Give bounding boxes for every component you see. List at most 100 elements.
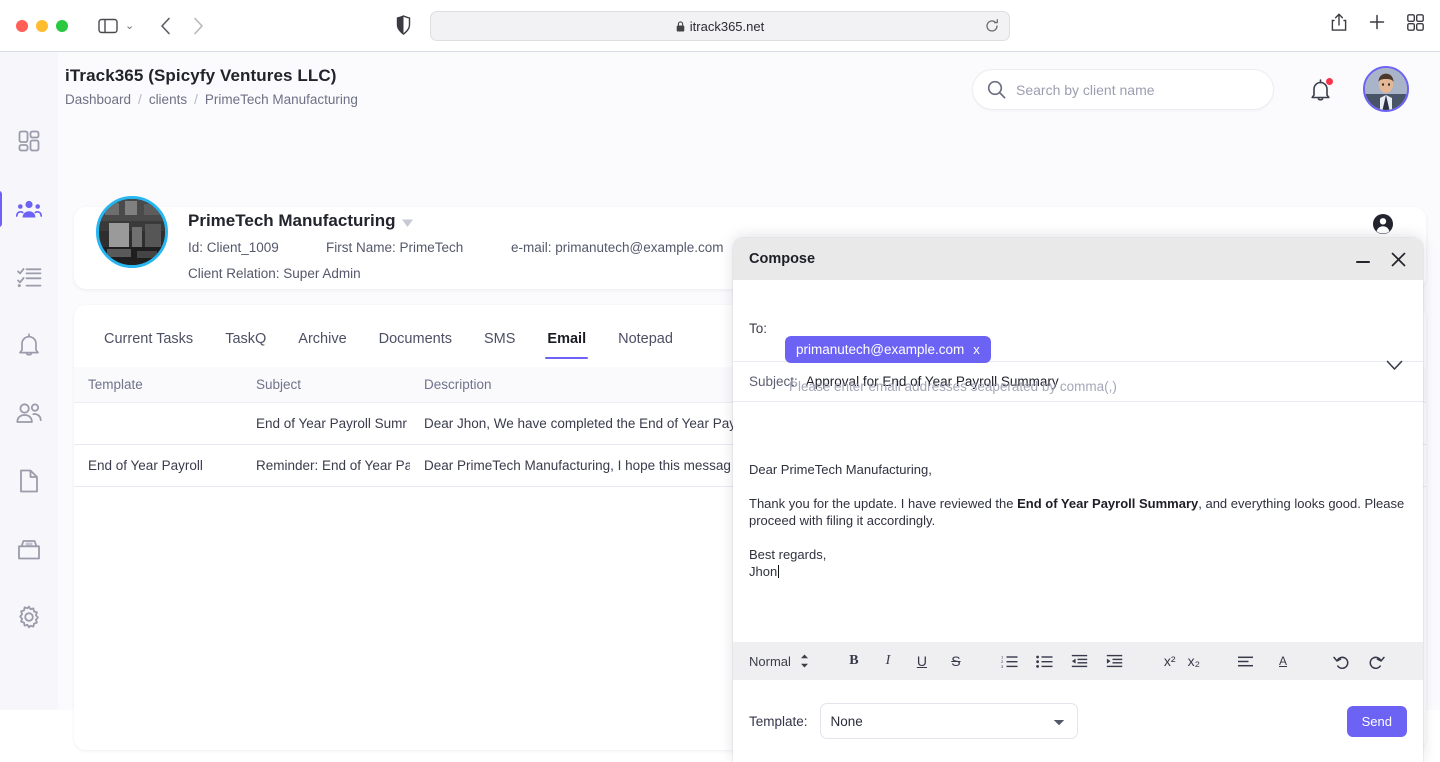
redo-button[interactable] xyxy=(1363,648,1389,674)
share-icon[interactable] xyxy=(1331,12,1347,32)
minimize-window-button[interactable] xyxy=(36,19,48,32)
sidebar-item-archive[interactable] xyxy=(9,532,49,566)
recipient-email: primanutech@example.com xyxy=(796,342,965,357)
tab-notepad[interactable]: Notepad xyxy=(602,323,689,355)
indent-icon xyxy=(1106,654,1123,668)
maximize-window-button[interactable] xyxy=(56,19,68,32)
close-window-button[interactable] xyxy=(16,19,28,32)
search-input[interactable] xyxy=(1016,81,1259,98)
chevron-down-icon[interactable] xyxy=(401,218,414,228)
clients-group-icon xyxy=(16,197,42,221)
body-signoff: Best regards, Jhon xyxy=(749,546,1407,580)
column-header-subject[interactable]: Subject xyxy=(242,367,410,403)
sidebar-toggle-icon[interactable]: ⌄ xyxy=(98,18,134,34)
left-sidebar xyxy=(0,52,58,710)
outdent-button[interactable] xyxy=(1067,648,1093,674)
tab-taskq[interactable]: TaskQ xyxy=(209,323,282,355)
compose-footer: Template: None Send xyxy=(733,680,1423,762)
sidebar-chevron-icon[interactable]: ⌄ xyxy=(125,19,134,32)
attach-button[interactable] xyxy=(1419,648,1423,674)
column-header-template[interactable]: Template xyxy=(74,367,242,403)
tab-archive[interactable]: Archive xyxy=(282,323,362,355)
minimize-icon[interactable] xyxy=(1354,250,1372,268)
tab-overview-icon[interactable] xyxy=(1407,13,1424,31)
sidebar-item-settings[interactable] xyxy=(9,600,49,634)
body-greeting: Dear PrimeTech Manufacturing, xyxy=(749,462,932,477)
remove-recipient-icon[interactable]: x xyxy=(973,342,980,357)
bullet-list-button[interactable] xyxy=(1032,648,1058,674)
cell-template xyxy=(74,402,242,445)
italic-button[interactable]: I xyxy=(875,648,901,674)
font-color-button[interactable]: A xyxy=(1270,648,1296,674)
window-traffic-lights[interactable] xyxy=(16,19,68,32)
text-style-select[interactable]: Normal xyxy=(749,654,809,669)
cell-subject: Reminder: End of Year Pa xyxy=(242,444,410,487)
font-color-icon: A xyxy=(1279,653,1288,668)
tab-current-tasks[interactable]: Current Tasks xyxy=(88,323,209,355)
breadcrumb-item-dashboard[interactable]: Dashboard xyxy=(65,92,131,107)
browser-forward-button[interactable] xyxy=(193,17,204,35)
client-avatar[interactable] xyxy=(96,196,168,268)
subscript-button[interactable]: x₂ xyxy=(1188,648,1200,674)
app-header: iTrack365 (Spicyfy Ventures LLC) Dashboa… xyxy=(58,52,1440,130)
align-left-icon xyxy=(1237,655,1254,668)
privacy-shield-icon[interactable] xyxy=(396,15,411,35)
align-button[interactable] xyxy=(1232,648,1258,674)
to-label: To: xyxy=(749,321,768,336)
reload-icon[interactable] xyxy=(985,19,999,33)
tab-documents[interactable]: Documents xyxy=(363,323,468,355)
chevron-down-icon[interactable] xyxy=(1386,360,1403,371)
sidebar-item-notifications[interactable] xyxy=(9,328,49,362)
recipients-placeholder: Please enter email addresses seaperated … xyxy=(789,379,1117,394)
compose-title: Compose xyxy=(749,251,816,267)
bullet-list-icon xyxy=(1036,654,1053,668)
new-tab-button[interactable] xyxy=(1369,14,1385,30)
body-signature: Jhon xyxy=(749,564,778,579)
notification-bell-button[interactable] xyxy=(1310,78,1333,102)
client-meta-row-1: Id: Client_1009 First Name: PrimeTech e-… xyxy=(188,240,724,255)
superscript-button[interactable]: x² xyxy=(1164,648,1176,674)
client-id: Id: Client_1009 xyxy=(188,240,279,255)
send-button[interactable]: Send xyxy=(1346,705,1407,737)
client-first-name: First Name: PrimeTech xyxy=(326,240,464,255)
body-paragraph: Thank you for the update. I have reviewe… xyxy=(749,495,1407,529)
sidebar-item-dashboard[interactable] xyxy=(9,124,49,158)
tab-sms[interactable]: SMS xyxy=(468,323,531,355)
sidebar-item-users[interactable] xyxy=(9,396,49,430)
text-style-label: Normal xyxy=(749,653,791,669)
ordered-list-icon: 123 xyxy=(1001,654,1018,668)
bold-button[interactable]: B xyxy=(841,648,867,674)
underline-button[interactable]: U xyxy=(909,648,935,674)
avatar[interactable] xyxy=(1363,66,1409,112)
browser-back-button[interactable] xyxy=(160,17,171,35)
template-select[interactable]: None xyxy=(819,703,1078,739)
undo-button[interactable] xyxy=(1328,648,1354,674)
strike-button[interactable]: S xyxy=(943,648,969,674)
breadcrumb: Dashboard / clients / PrimeTech Manufact… xyxy=(65,92,358,107)
address-bar[interactable]: itrack365.net xyxy=(430,11,1010,41)
editor-toolbar: Normal B I U S 123 x² x₂ A xyxy=(733,642,1423,680)
updown-arrows-icon xyxy=(800,654,809,668)
sidebar-item-tasks[interactable] xyxy=(9,260,49,294)
account-circle-icon[interactable] xyxy=(1372,213,1394,235)
document-icon xyxy=(19,469,39,493)
search-icon xyxy=(987,80,1006,99)
cell-template: End of Year Payroll xyxy=(74,444,242,487)
email-body-editor[interactable]: Dear PrimeTech Manufacturing, Thank you … xyxy=(733,447,1423,633)
sidebar-item-clients[interactable] xyxy=(0,191,49,227)
recipients-row[interactable]: To: primanutech@example.com x Please ent… xyxy=(733,280,1423,394)
ordered-list-button[interactable]: 123 xyxy=(997,648,1023,674)
breadcrumb-separator: / xyxy=(138,92,142,107)
client-name: PrimeTech Manufacturing xyxy=(188,211,396,230)
search-box[interactable] xyxy=(972,69,1274,110)
close-icon[interactable] xyxy=(1390,251,1407,268)
tab-email[interactable]: Email xyxy=(531,323,602,359)
browser-toolbar: ⌄ itrack365.net xyxy=(0,0,1440,52)
breadcrumb-item-clients[interactable]: clients xyxy=(149,92,187,107)
recipient-chip[interactable]: primanutech@example.com x xyxy=(785,336,991,363)
client-email: e-mail: primanutech@example.com xyxy=(511,240,724,255)
body-regards: Best regards, xyxy=(749,547,827,562)
compose-header[interactable]: Compose xyxy=(733,238,1423,280)
sidebar-item-documents[interactable] xyxy=(9,464,49,498)
indent-button[interactable] xyxy=(1102,648,1128,674)
